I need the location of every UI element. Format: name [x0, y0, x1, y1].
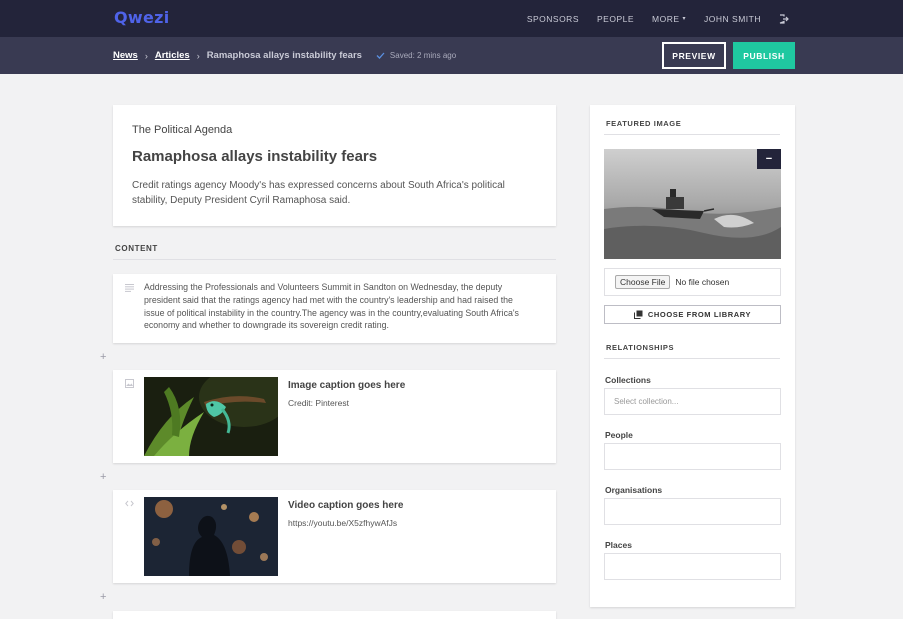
saved-status-text: Saved: 2 mins ago [389, 51, 457, 60]
next-block[interactable] [113, 611, 556, 619]
breadcrumb-current: Ramaphosa allays instability fears [206, 50, 362, 61]
people-label: People [605, 430, 633, 440]
featured-divider [604, 134, 780, 135]
nav-more-dropdown[interactable]: MORE ▾ [652, 14, 686, 24]
file-input[interactable]: Choose File No file chosen [604, 268, 781, 296]
people-input[interactable] [604, 443, 781, 470]
checkmark-icon [376, 52, 385, 59]
nav-people[interactable]: PEOPLE [597, 14, 634, 24]
places-label: Places [605, 540, 632, 550]
preview-button[interactable]: PREVIEW [662, 42, 726, 69]
content-section-label: CONTENT [115, 244, 158, 253]
nav-user-menu[interactable]: JOHN SMITH [704, 14, 761, 24]
featured-image-label: FEATURED IMAGE [606, 119, 682, 128]
paragraph-block[interactable]: Addressing the Professionals and Volunte… [113, 274, 556, 343]
content-divider [113, 259, 556, 260]
breadcrumb-news[interactable]: News [113, 50, 138, 61]
relationships-divider [604, 358, 780, 359]
breadcrumb-separator: › [144, 50, 148, 61]
choose-file-button[interactable]: Choose File [615, 275, 671, 289]
nav-user-label: JOHN SMITH [704, 13, 761, 24]
paragraph-icon [125, 284, 134, 292]
add-block-button[interactable]: + [100, 352, 106, 363]
video-thumbnail [144, 497, 278, 576]
breadcrumb-separator: › [196, 50, 200, 61]
logout-icon[interactable] [779, 13, 789, 24]
file-status: No file chosen [675, 277, 730, 287]
article-header-card: The Political Agenda Ramaphosa allays in… [113, 105, 556, 226]
places-input[interactable] [604, 553, 781, 580]
main-nav: SPONSORS PEOPLE MORE ▾ JOHN SMITH [527, 0, 903, 37]
organisations-input[interactable] [604, 498, 781, 525]
image-caption[interactable]: Image caption goes here [288, 380, 405, 391]
sidebar-panel: FEATURED IMAGE − Choose File No file cho… [590, 105, 795, 607]
image-credit[interactable]: Credit: Pinterest [288, 398, 349, 408]
nav-more-label: MORE [652, 13, 680, 24]
top-navbar: Qwezi SPONSORS PEOPLE MORE ▾ JOHN SMITH [0, 0, 903, 37]
choose-from-library-button[interactable]: CHOOSE FROM LIBRARY [604, 305, 781, 324]
video-url[interactable]: https://youtu.be/X5zfhywAfJs [288, 518, 397, 528]
nav-sponsors[interactable]: SPONSORS [527, 14, 579, 24]
organisations-label: Organisations [605, 485, 663, 495]
collections-select[interactable]: Select collection... [604, 388, 781, 415]
qwezi-logo[interactable]: Qwezi [114, 8, 170, 27]
featured-image: − [604, 149, 781, 259]
nav-sponsors-label: SPONSORS [526, 13, 579, 24]
code-icon [125, 500, 134, 507]
library-button-label: CHOOSE FROM LIBRARY [647, 310, 752, 319]
breadcrumb: News › Articles › Ramaphosa allays insta… [113, 37, 456, 74]
image-icon [125, 379, 134, 388]
breadcrumb-articles[interactable]: Articles [155, 50, 190, 61]
remove-image-button[interactable]: − [757, 149, 781, 169]
nav-people-label: PEOPLE [597, 13, 635, 24]
paragraph-text[interactable]: Addressing the Professionals and Volunte… [144, 281, 534, 332]
image-block[interactable]: Image caption goes here Credit: Pinteres… [113, 370, 556, 463]
publish-button[interactable]: PUBLISH [733, 42, 795, 69]
chevron-down-icon: ▾ [682, 16, 687, 22]
add-block-button[interactable]: + [100, 472, 106, 483]
add-block-button[interactable]: + [100, 592, 106, 603]
article-kicker[interactable]: The Political Agenda [132, 124, 232, 136]
article-standfirst[interactable]: Credit ratings agency Moody's has expres… [132, 179, 532, 208]
video-caption[interactable]: Video caption goes here [288, 500, 403, 511]
video-block[interactable]: Video caption goes here https://youtu.be… [113, 490, 556, 583]
article-headline[interactable]: Ramaphosa allays instability fears [132, 148, 377, 165]
save-status: Saved: 2 mins ago [376, 51, 456, 60]
relationships-label: RELATIONSHIPS [606, 343, 675, 352]
lizard-image [144, 377, 278, 456]
library-icon [633, 310, 643, 319]
collections-label: Collections [605, 375, 651, 385]
